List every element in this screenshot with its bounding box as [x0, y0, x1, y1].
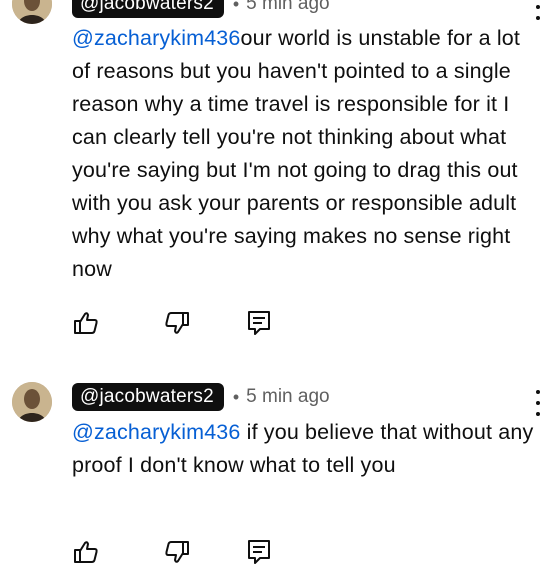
mention-link[interactable]: @zacharykim436	[72, 26, 241, 50]
avatar-image	[12, 0, 52, 24]
author-handle[interactable]: @jacobwaters2	[72, 383, 224, 411]
reply-icon	[248, 540, 270, 564]
like-button[interactable]	[72, 309, 100, 337]
avatar[interactable]	[12, 382, 52, 422]
comment-item: @jacobwaters2 • 5 min ago @zacharykim436…	[0, 0, 560, 350]
comment-header: @jacobwaters2 • 5 min ago	[72, 383, 330, 411]
comment-header: @jacobwaters2 • 5 min ago	[72, 0, 330, 18]
comment-timestamp: 5 min ago	[246, 386, 330, 407]
dot-icon	[536, 390, 540, 394]
dislike-icon	[165, 541, 189, 563]
comment-timestamp: 5 min ago	[246, 0, 330, 14]
author-handle[interactable]: @jacobwaters2	[72, 0, 224, 18]
like-icon	[74, 312, 98, 334]
dislike-button[interactable]	[163, 309, 191, 337]
like-icon	[74, 541, 98, 563]
comment-text: @zacharykim436 if you believe that witho…	[72, 416, 542, 482]
more-options-button[interactable]	[532, 390, 544, 416]
comment-text: @zacharykim436our world is unstable for …	[72, 22, 542, 286]
separator-dot: •	[232, 0, 240, 14]
dislike-icon	[165, 312, 189, 334]
reply-icon	[248, 311, 270, 335]
mention-link[interactable]: @zacharykim436	[72, 420, 241, 444]
comment-body: our world is unstable for a lot of reaso…	[72, 26, 521, 281]
reply-button[interactable]	[245, 538, 273, 566]
reply-button[interactable]	[245, 309, 273, 337]
avatar[interactable]	[12, 0, 52, 24]
dislike-button[interactable]	[163, 538, 191, 566]
dot-icon	[536, 16, 540, 20]
dot-icon	[536, 412, 540, 416]
comment-actions	[72, 309, 273, 337]
separator-dot: •	[232, 386, 240, 407]
more-options-button[interactable]	[532, 0, 544, 20]
dot-icon	[536, 401, 540, 405]
like-button[interactable]	[72, 538, 100, 566]
comment-actions	[72, 538, 273, 566]
avatar-image	[12, 382, 52, 422]
dot-icon	[536, 5, 540, 9]
comment-item: @jacobwaters2 • 5 min ago @zacharykim436…	[0, 360, 560, 564]
